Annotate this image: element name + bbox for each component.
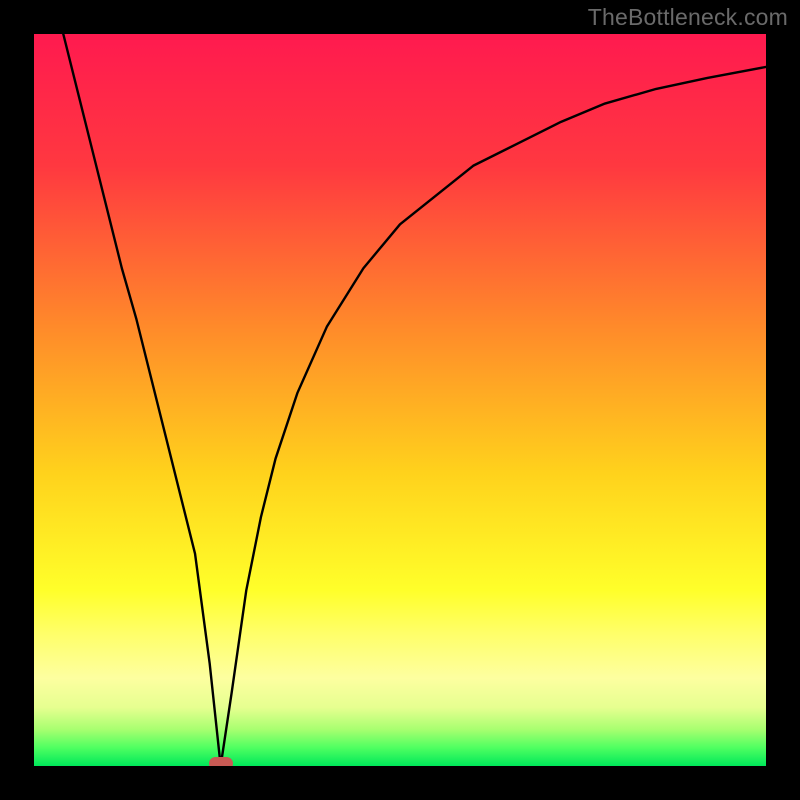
plot-area (34, 34, 766, 766)
chart-frame: TheBottleneck.com (0, 0, 800, 800)
bottleneck-curve (34, 34, 766, 766)
watermark-text: TheBottleneck.com (588, 4, 788, 31)
minimum-marker (209, 757, 233, 766)
